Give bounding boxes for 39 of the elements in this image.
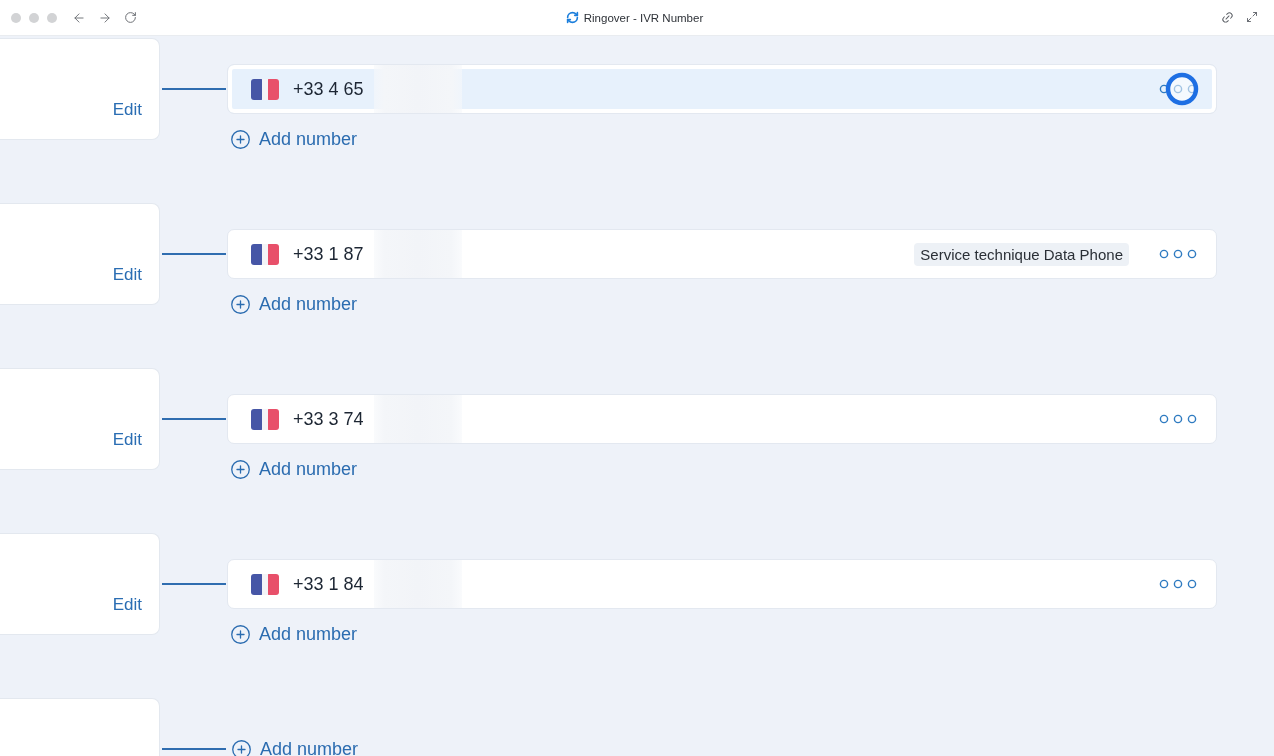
flag-icon — [251, 243, 279, 265]
add-number-button[interactable]: Add number — [230, 293, 358, 315]
flag-icon — [251, 408, 279, 430]
number-row[interactable]: +33 1 87 Service technique Data Phone — [227, 229, 1217, 279]
connector-line — [162, 583, 226, 585]
add-number-button[interactable]: Add number — [230, 623, 358, 645]
plus-circle-icon — [230, 458, 251, 480]
number-row[interactable]: +33 1 84 — [227, 559, 1217, 609]
plus-circle-icon — [230, 623, 251, 645]
number-tag: Service technique Data Phone — [914, 242, 1129, 266]
phone-number: +33 1 87 — [293, 243, 364, 265]
edit-link[interactable]: Edit — [112, 100, 142, 120]
more-icon[interactable] — [1159, 414, 1197, 424]
add-number-button[interactable]: Add number — [231, 738, 359, 756]
phone-number: +33 1 84 — [293, 573, 364, 595]
more-icon[interactable] — [1159, 249, 1197, 259]
plus-circle-icon — [230, 128, 251, 150]
more-icon[interactable] — [1159, 84, 1197, 94]
edit-link[interactable]: Edit — [112, 430, 142, 450]
edit-link[interactable]: Edit — [112, 265, 142, 285]
flag-icon — [251, 573, 279, 595]
plus-circle-icon — [230, 293, 251, 315]
flag-icon — [251, 78, 279, 100]
connector-line — [162, 253, 226, 255]
add-number-button[interactable]: Add number — [230, 128, 358, 150]
expand-icon[interactable] — [1246, 11, 1258, 23]
connector-line — [162, 418, 226, 420]
window-title: Ringover - IVR Number — [583, 11, 704, 24]
number-row[interactable]: +33 4 65 — [227, 64, 1217, 114]
edit-link[interactable]: Edit — [112, 595, 142, 615]
connector-line — [162, 748, 226, 750]
connector-line — [162, 88, 226, 90]
circular-arrows-icon — [565, 11, 579, 24]
phone-number: +33 4 65 — [293, 78, 364, 100]
add-number-button[interactable]: Add number — [230, 458, 358, 480]
more-icon[interactable] — [1159, 579, 1197, 589]
number-row[interactable]: +33 3 74 — [227, 394, 1217, 444]
reload-icon[interactable] — [124, 10, 137, 24]
phone-number: +33 3 74 — [293, 408, 364, 430]
